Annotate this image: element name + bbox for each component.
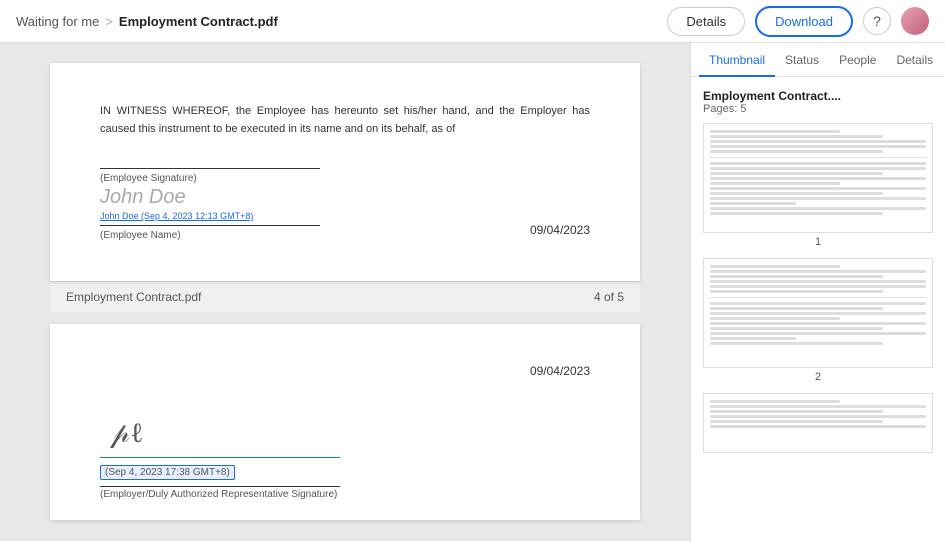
doc-page-4: IN WITNESS WHEREOF, the Employee has her… [50,63,640,281]
tab-details[interactable]: Details [886,43,943,77]
right-panel: Thumbnail Status People Details Employme… [690,43,945,541]
avatar[interactable] [901,7,929,35]
thumbnail-info: Employment Contract.... Pages: 5 [703,89,933,115]
tab-people[interactable]: People [829,43,886,77]
signature-name: John Doe [100,186,321,209]
page5-date: 09/04/2023 [100,364,590,378]
employer-sig-cursive: 𝓅ℓ [110,418,143,450]
page4-body-text: IN WITNESS WHEREOF, the Employee has her… [100,103,590,138]
sig-line-top [100,168,320,169]
download-button[interactable]: Download [755,6,853,37]
header: Waiting for me > Employment Contract.pdf… [0,0,945,43]
employer-sig-line [100,457,340,458]
signed-info: John Doe (Sep 4, 2023 12:13 GMT+8) [100,211,321,221]
document-viewer[interactable]: IN WITNESS WHEREOF, the Employee has her… [0,43,690,541]
breadcrumb-waiting: Waiting for me [16,14,99,29]
page5-sig-section: 𝓅ℓ (Sep 4, 2023 17:38 GMT+8) (Employer/D… [100,398,590,500]
employee-name-label: (Employee Name) [100,230,321,241]
signature-section: (Employee Signature) John Doe John Doe (… [100,168,590,241]
thumb-img-2 [703,258,933,368]
thumbnail-3[interactable] [703,393,933,453]
header-actions: Details Download ? [667,6,929,37]
tab-status[interactable]: Status [775,43,829,77]
employee-signature-label: (Employee Signature) [100,173,321,184]
thumbnail-pages: Pages: 5 [703,103,933,115]
panel-tabs: Thumbnail Status People Details [691,43,945,77]
help-icon[interactable]: ? [863,7,891,35]
thumb-img-3 [703,393,933,453]
breadcrumb-filename: Employment Contract.pdf [119,14,278,29]
employee-sig-block: (Employee Signature) John Doe John Doe (… [100,168,321,241]
thumb-number-1: 1 [703,236,933,248]
employer-sig-label: (Employer/Duly Authorized Representative… [100,489,590,500]
page-footer: Employment Contract.pdf 4 of 5 [50,281,640,312]
doc-page-5: 09/04/2023 𝓅ℓ (Sep 4, 2023 17:38 GMT+8) … [50,324,640,520]
footer-filename: Employment Contract.pdf [66,290,201,304]
breadcrumb-separator: > [105,14,113,29]
thumb-number-2: 2 [703,371,933,383]
breadcrumb: Waiting for me > Employment Contract.pdf [16,14,655,29]
panel-content[interactable]: Employment Contract.... Pages: 5 [691,77,945,541]
employer-sig-date: (Sep 4, 2023 17:38 GMT+8) [100,465,235,480]
page4-date: 09/04/2023 [530,223,590,237]
employer-sig-image: 𝓅ℓ [100,398,590,458]
thumbnail-2[interactable]: 2 [703,258,933,383]
thumbnail-doc-title: Employment Contract.... [703,89,933,103]
sig-name-line [100,225,320,226]
thumbnail-1[interactable]: 1 [703,123,933,248]
sig-date-info: (Sep 4, 2023 17:38 GMT+8) [100,462,590,482]
footer-pages: 4 of 5 [594,290,624,304]
main-content: IN WITNESS WHEREOF, the Employee has her… [0,43,945,541]
details-button[interactable]: Details [667,7,745,36]
thumb-img-1 [703,123,933,233]
employer-name-line [100,486,340,487]
tab-thumbnail[interactable]: Thumbnail [699,43,775,77]
